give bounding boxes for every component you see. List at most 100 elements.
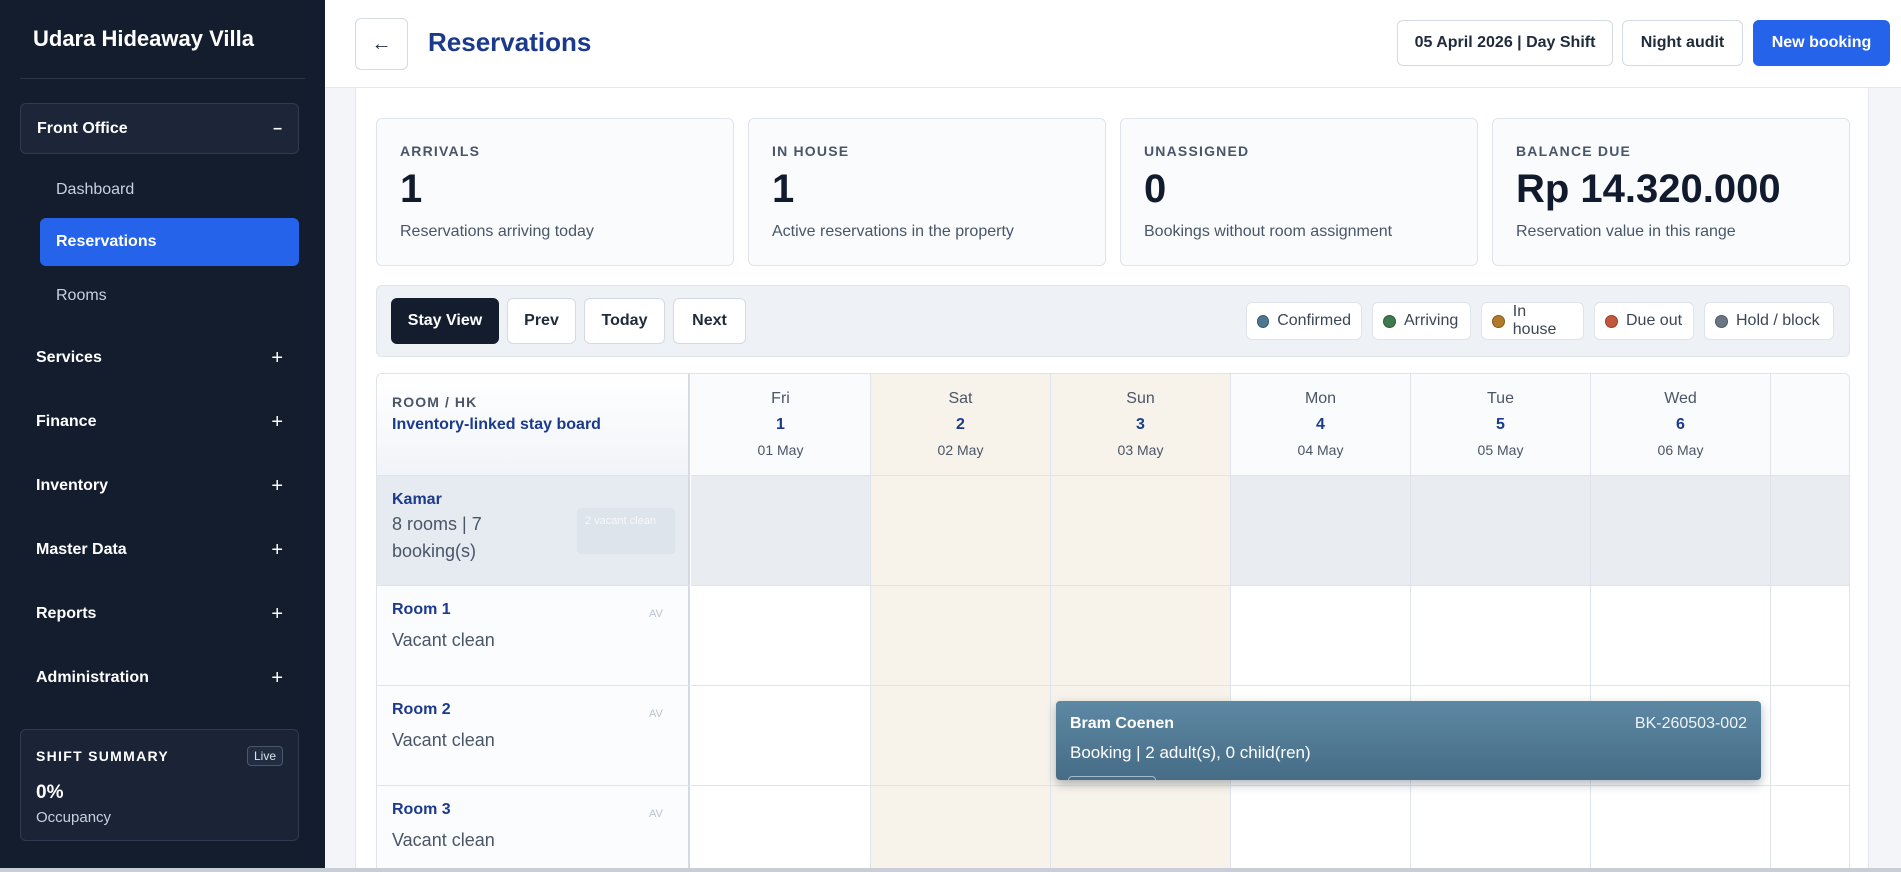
board-cell[interactable] xyxy=(1771,686,1849,786)
day-number: 2 xyxy=(956,416,965,433)
board-cell[interactable] xyxy=(1051,786,1231,868)
today-button[interactable]: Today xyxy=(584,298,665,344)
nav-group-master-data[interactable]: Master Data + xyxy=(20,530,299,570)
next-button[interactable]: Next xyxy=(673,298,746,344)
stay-view-button[interactable]: Stay View xyxy=(391,298,499,344)
board-subtitle: Inventory-linked stay board xyxy=(392,416,601,433)
room-row-label[interactable]: Room 2 Vacant clean AV xyxy=(377,686,690,786)
board-cell[interactable] xyxy=(1051,476,1231,586)
board-cell[interactable] xyxy=(691,686,871,786)
window-bottom-edge xyxy=(0,868,1901,872)
sidebar-item-rooms[interactable]: Rooms xyxy=(40,272,299,320)
nav-group-label: Front Office xyxy=(37,119,128,137)
board-cell[interactable] xyxy=(691,786,871,868)
board-cell[interactable] xyxy=(1231,786,1411,868)
stat-value: Rp 14.320.000 xyxy=(1516,167,1781,211)
sidebar-item-reservations[interactable]: Reservations xyxy=(40,218,299,266)
day-header: Mon 4 04 May xyxy=(1231,374,1411,476)
board-cell[interactable] xyxy=(1411,786,1591,868)
shift-summary-title: SHIFT SUMMARY xyxy=(36,748,170,764)
day-number: 6 xyxy=(1676,416,1685,433)
nav-group-front-office[interactable]: Front Office – xyxy=(20,103,299,154)
nav-group-finance[interactable]: Finance + xyxy=(20,402,299,442)
stat-card-balance-due: BALANCE DUE Rp 14.320.000 Reservation va… xyxy=(1492,118,1850,266)
board-cell[interactable] xyxy=(1771,586,1849,686)
new-booking-button[interactable]: New booking xyxy=(1753,20,1890,66)
shift-date-button[interactable]: 05 April 2026 | Day Shift xyxy=(1397,20,1613,66)
status-dot-icon xyxy=(1605,314,1618,328)
collapse-icon: – xyxy=(273,119,282,137)
room-group-kamar[interactable]: Kamar 8 rooms | 7 booking(s) 2 vacant cl… xyxy=(377,476,690,586)
board-cell[interactable] xyxy=(1231,476,1411,586)
day-date: 04 May xyxy=(1297,442,1344,458)
day-number: 3 xyxy=(1136,416,1145,433)
nav-group-reports[interactable]: Reports + xyxy=(20,594,299,634)
day-name: Fri xyxy=(771,390,790,407)
day-name: T xyxy=(1771,390,1849,408)
nav-group-inventory[interactable]: Inventory + xyxy=(20,466,299,506)
legend-in-house: In house xyxy=(1481,302,1584,340)
stat-description: Reservations arriving today xyxy=(400,223,594,240)
arrow-left-icon: ← xyxy=(371,32,392,55)
day-header: T 7 07 xyxy=(1771,374,1849,476)
hk-code: AV xyxy=(649,608,663,620)
board-cell[interactable] xyxy=(1591,476,1771,586)
room-hk-status: Vacant clean xyxy=(392,830,495,850)
occupancy-label: Occupancy xyxy=(36,809,112,826)
expand-icon: + xyxy=(271,474,283,497)
board-cell[interactable] xyxy=(1591,586,1771,686)
day-date: 05 May xyxy=(1477,442,1524,458)
day-header: Sun 3 03 May xyxy=(1051,374,1231,476)
top-header: ← Reservations 05 April 2026 | Day Shift… xyxy=(325,0,1901,88)
day-name: Sun xyxy=(1126,390,1155,407)
board-cell[interactable] xyxy=(1231,586,1411,686)
stat-value: 0 xyxy=(1144,167,1167,211)
room-name: Room 1 xyxy=(392,601,451,618)
day-number: 1 xyxy=(776,416,785,433)
nav-group-label: Inventory xyxy=(36,477,109,494)
board-cell[interactable] xyxy=(1411,586,1591,686)
board-cell[interactable] xyxy=(871,686,1051,786)
nav-group-services[interactable]: Services + xyxy=(20,338,299,378)
board-cell[interactable] xyxy=(1051,586,1231,686)
board-cell[interactable] xyxy=(691,586,871,686)
board-cell[interactable] xyxy=(871,476,1051,586)
day-header: Wed 6 06 May xyxy=(1591,374,1771,476)
back-button[interactable]: ← xyxy=(355,18,408,70)
day-header: Fri 1 01 May xyxy=(691,374,871,476)
board-cell[interactable] xyxy=(1411,476,1591,586)
board-cell[interactable] xyxy=(1771,476,1849,586)
status-dot-icon xyxy=(1492,314,1505,328)
booking-guest-name: Bram Coenen xyxy=(1070,715,1175,732)
day-name: Mon xyxy=(1304,390,1337,407)
booking-resize-handle[interactable] xyxy=(1068,776,1156,780)
night-audit-button[interactable]: Night audit xyxy=(1622,20,1743,66)
board-cell[interactable] xyxy=(691,476,871,586)
stat-description: Bookings without room assignment xyxy=(1144,223,1393,240)
stat-label: IN HOUSE xyxy=(772,143,850,159)
board-cell[interactable] xyxy=(871,586,1051,686)
day-number: 4 xyxy=(1316,416,1325,433)
room-group-title: Kamar xyxy=(392,491,442,508)
nav-group-administration[interactable]: Administration + xyxy=(20,658,299,698)
board-cell[interactable] xyxy=(871,786,1051,868)
legend-hold-block: Hold / block xyxy=(1704,302,1834,340)
booking-bar[interactable]: Bram Coenen BK-260503-002 Booking | 2 ad… xyxy=(1056,701,1761,780)
room-row-label[interactable]: Room 3 Vacant clean AV xyxy=(377,786,690,868)
legend-label: Hold / block xyxy=(1736,312,1820,329)
prev-button[interactable]: Prev xyxy=(507,298,576,344)
room-row-label[interactable]: Room 1 Vacant clean AV xyxy=(377,586,690,686)
room-hk-status: Vacant clean xyxy=(392,730,495,750)
stat-description: Active reservations in the property xyxy=(772,223,1014,240)
day-date: 02 May xyxy=(937,442,984,458)
day-number: 5 xyxy=(1496,416,1505,433)
stat-card-arrivals: ARRIVALS 1 Reservations arriving today xyxy=(376,118,734,266)
sidebar-item-dashboard[interactable]: Dashboard xyxy=(40,166,299,214)
board-cell[interactable] xyxy=(1771,786,1849,868)
board-cell[interactable] xyxy=(1591,786,1771,868)
day-name: Sat xyxy=(948,390,973,407)
vacant-clean-badge: 2 vacant clean xyxy=(577,508,675,554)
stat-label: UNASSIGNED xyxy=(1144,143,1250,159)
day-name: Wed xyxy=(1664,390,1697,407)
nav-group-label: Finance xyxy=(36,413,97,430)
